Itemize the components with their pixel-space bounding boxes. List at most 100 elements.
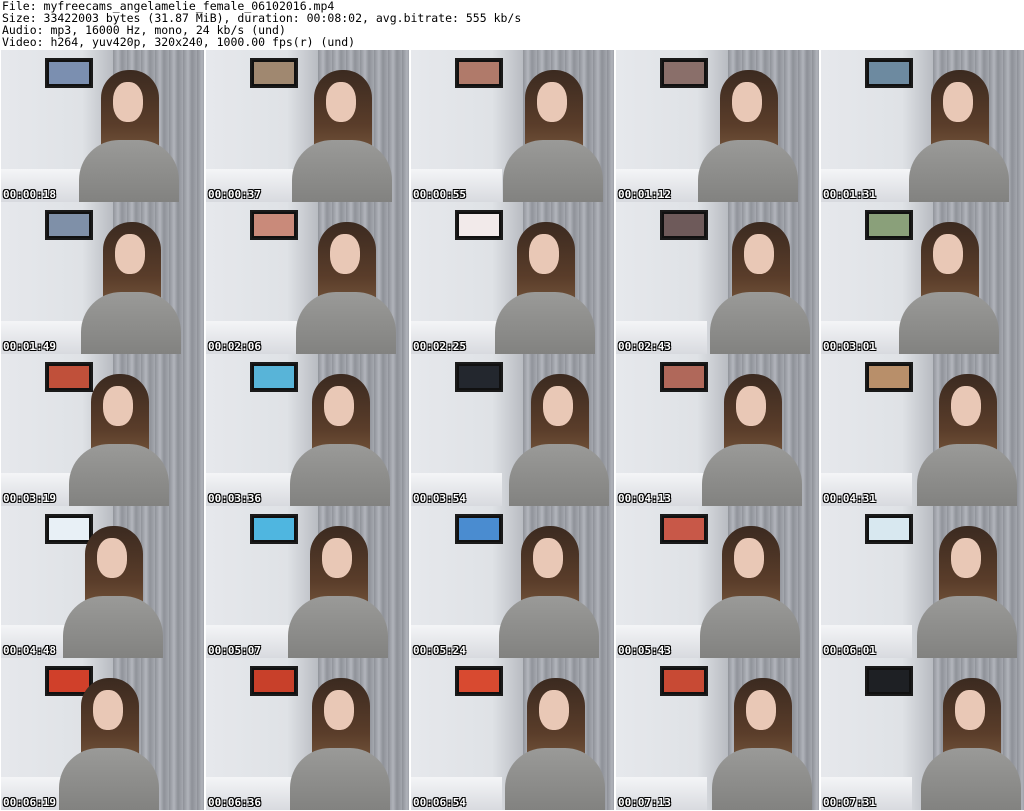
video-frame-thumbnail[interactable]: 00:03:19 [1, 354, 204, 506]
frame-timestamp: 00:06:54 [413, 796, 466, 809]
video-frame-thumbnail[interactable]: 00:00:55 [411, 50, 614, 202]
video-frame-thumbnail[interactable]: 00:05:07 [206, 506, 409, 658]
person-figure [710, 222, 810, 354]
sweater [710, 292, 810, 354]
wall-tv [660, 362, 708, 392]
wall-tv [865, 666, 913, 696]
wall-tv [455, 58, 503, 88]
sweater [292, 140, 392, 202]
frame-timestamp: 00:01:31 [823, 188, 876, 201]
video-frame-thumbnail[interactable]: 00:02:43 [616, 202, 819, 354]
frame-timestamp: 00:01:12 [618, 188, 671, 201]
frame-timestamp: 00:05:07 [208, 644, 261, 657]
sweater [700, 596, 800, 658]
video-frame-thumbnail[interactable]: 00:01:12 [616, 50, 819, 202]
wall-tv [865, 514, 913, 544]
video-frame-thumbnail[interactable]: 00:04:48 [1, 506, 204, 658]
frame-timestamp: 00:00:37 [208, 188, 261, 201]
person-figure [296, 222, 396, 354]
tv-screen [459, 670, 499, 692]
face [533, 538, 563, 578]
face [324, 386, 354, 426]
tv-screen [459, 62, 499, 84]
sweater [81, 292, 181, 354]
person-figure [712, 678, 812, 810]
video-frame-thumbnail[interactable]: 00:06:54 [411, 658, 614, 810]
sweater [917, 444, 1017, 506]
person-figure [59, 678, 159, 810]
frame-timestamp: 00:02:06 [208, 340, 261, 353]
person-figure [509, 374, 609, 506]
person-figure [499, 526, 599, 658]
face [93, 690, 123, 730]
file-info-header: File: myfreecams_angelamelie_female_0610… [2, 0, 1022, 50]
tv-screen [254, 214, 294, 236]
video-frame-thumbnail[interactable]: 00:00:18 [1, 50, 204, 202]
frame-timestamp: 00:07:13 [618, 796, 671, 809]
face [732, 82, 762, 122]
tv-screen [869, 670, 909, 692]
person-figure [505, 678, 605, 810]
wall-tv [455, 362, 503, 392]
person-figure [63, 526, 163, 658]
sweater [509, 444, 609, 506]
face [943, 82, 973, 122]
frame-timestamp: 00:02:43 [618, 340, 671, 353]
frame-timestamp: 00:01:49 [3, 340, 56, 353]
face [734, 538, 764, 578]
video-frame-thumbnail[interactable]: 00:03:54 [411, 354, 614, 506]
video-frame-thumbnail[interactable]: 00:00:37 [206, 50, 409, 202]
frame-timestamp: 00:04:48 [3, 644, 56, 657]
person-figure [81, 222, 181, 354]
sweater [69, 444, 169, 506]
wall-tv [250, 210, 298, 240]
tv-screen [459, 214, 499, 236]
face [113, 82, 143, 122]
video-frame-thumbnail[interactable]: 00:04:31 [821, 354, 1024, 506]
person-figure [69, 374, 169, 506]
sweater [909, 140, 1009, 202]
frame-timestamp: 00:06:19 [3, 796, 56, 809]
video-frame-thumbnail[interactable]: 00:02:25 [411, 202, 614, 354]
video-info-line: Video: h264, yuv420p, 320x240, 1000.00 f… [2, 35, 356, 49]
face [97, 538, 127, 578]
tv-screen [254, 670, 294, 692]
frame-timestamp: 00:06:36 [208, 796, 261, 809]
face [322, 538, 352, 578]
face [933, 234, 963, 274]
thumbnail-grid: 00:00:18 00:00:37 00:00:55 00:01:12 00:01:31… [0, 50, 1024, 811]
video-frame-thumbnail[interactable]: 00:07:31 [821, 658, 1024, 810]
wall-tv [865, 362, 913, 392]
video-frame-thumbnail[interactable]: 00:06:36 [206, 658, 409, 810]
tv-screen [254, 366, 294, 388]
video-frame-thumbnail[interactable]: 00:05:43 [616, 506, 819, 658]
face [951, 538, 981, 578]
face [330, 234, 360, 274]
frame-timestamp: 00:03:54 [413, 492, 466, 505]
video-frame-thumbnail[interactable]: 00:04:13 [616, 354, 819, 506]
tv-screen [254, 62, 294, 84]
sweater [921, 748, 1021, 810]
person-figure [917, 526, 1017, 658]
video-frame-thumbnail[interactable]: 00:05:24 [411, 506, 614, 658]
sweater [503, 140, 603, 202]
wall-tv [865, 58, 913, 88]
video-frame-thumbnail[interactable]: 00:03:01 [821, 202, 1024, 354]
video-frame-thumbnail[interactable]: 00:02:06 [206, 202, 409, 354]
sweater [288, 596, 388, 658]
wall-tv [660, 210, 708, 240]
sweater [296, 292, 396, 354]
tv-screen [459, 518, 499, 540]
person-figure [921, 678, 1021, 810]
frame-timestamp: 00:00:18 [3, 188, 56, 201]
video-frame-thumbnail[interactable]: 00:06:19 [1, 658, 204, 810]
frame-timestamp: 00:04:13 [618, 492, 671, 505]
face [543, 386, 573, 426]
video-frame-thumbnail[interactable]: 00:01:31 [821, 50, 1024, 202]
video-frame-thumbnail[interactable]: 00:01:49 [1, 202, 204, 354]
video-frame-thumbnail[interactable]: 00:07:13 [616, 658, 819, 810]
video-frame-thumbnail[interactable]: 00:06:01 [821, 506, 1024, 658]
sweater [59, 748, 159, 810]
video-frame-thumbnail[interactable]: 00:03:36 [206, 354, 409, 506]
tv-screen [664, 518, 704, 540]
